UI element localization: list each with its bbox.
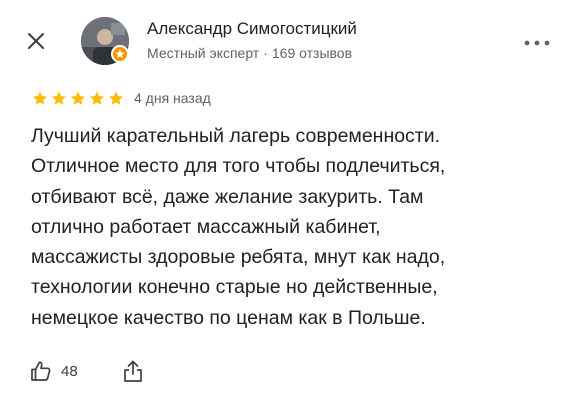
thumbs-up-icon [31,361,51,381]
star-icon [108,90,124,105]
review-date: 4 дня назад [134,90,211,106]
author-name[interactable]: Александр Симогостицкий [147,19,357,39]
close-icon [28,33,44,49]
more-options-button[interactable] [522,38,552,48]
share-icon [124,360,142,382]
star-icon [32,90,48,105]
share-button[interactable] [122,359,144,383]
star-badge-icon [115,49,125,59]
star-icon [51,90,67,105]
star-icon [70,90,86,105]
more-horizontal-icon [524,40,550,46]
star-icon [89,90,105,105]
like-count: 48 [61,362,78,380]
star-rating [31,90,126,106]
local-guide-badge [111,45,129,63]
author-level: Местный эксперт [147,45,260,61]
meta-separator: · [263,45,268,61]
review-text: Лучший карательный лагерь современности.… [31,125,446,329]
close-button[interactable] [24,29,48,53]
review-count: 169 отзывов [271,45,353,61]
author-meta: Местный эксперт · 169 отзывов [147,45,352,61]
like-button[interactable]: 48 [30,360,78,382]
